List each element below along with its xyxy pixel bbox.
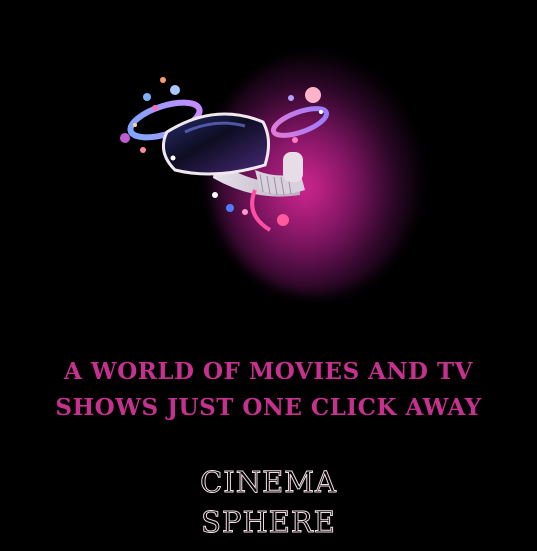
tagline-line-1: A WORLD OF MOVIES AND TV (64, 358, 473, 385)
brand-logo-text: CINEMA SPHERE (0, 462, 537, 542)
brand-line-1: CINEMA (200, 465, 337, 500)
brand-line-2: SPHERE (201, 505, 336, 540)
tagline-line-2: SHOWS JUST ONE CLICK AWAY (55, 394, 482, 421)
landing-screen: A WORLD OF MOVIES AND TV SHOWS JUST ONE … (0, 0, 537, 551)
vr-headset-icon (120, 77, 330, 232)
hero-tagline: A WORLD OF MOVIES AND TV SHOWS JUST ONE … (0, 354, 537, 426)
